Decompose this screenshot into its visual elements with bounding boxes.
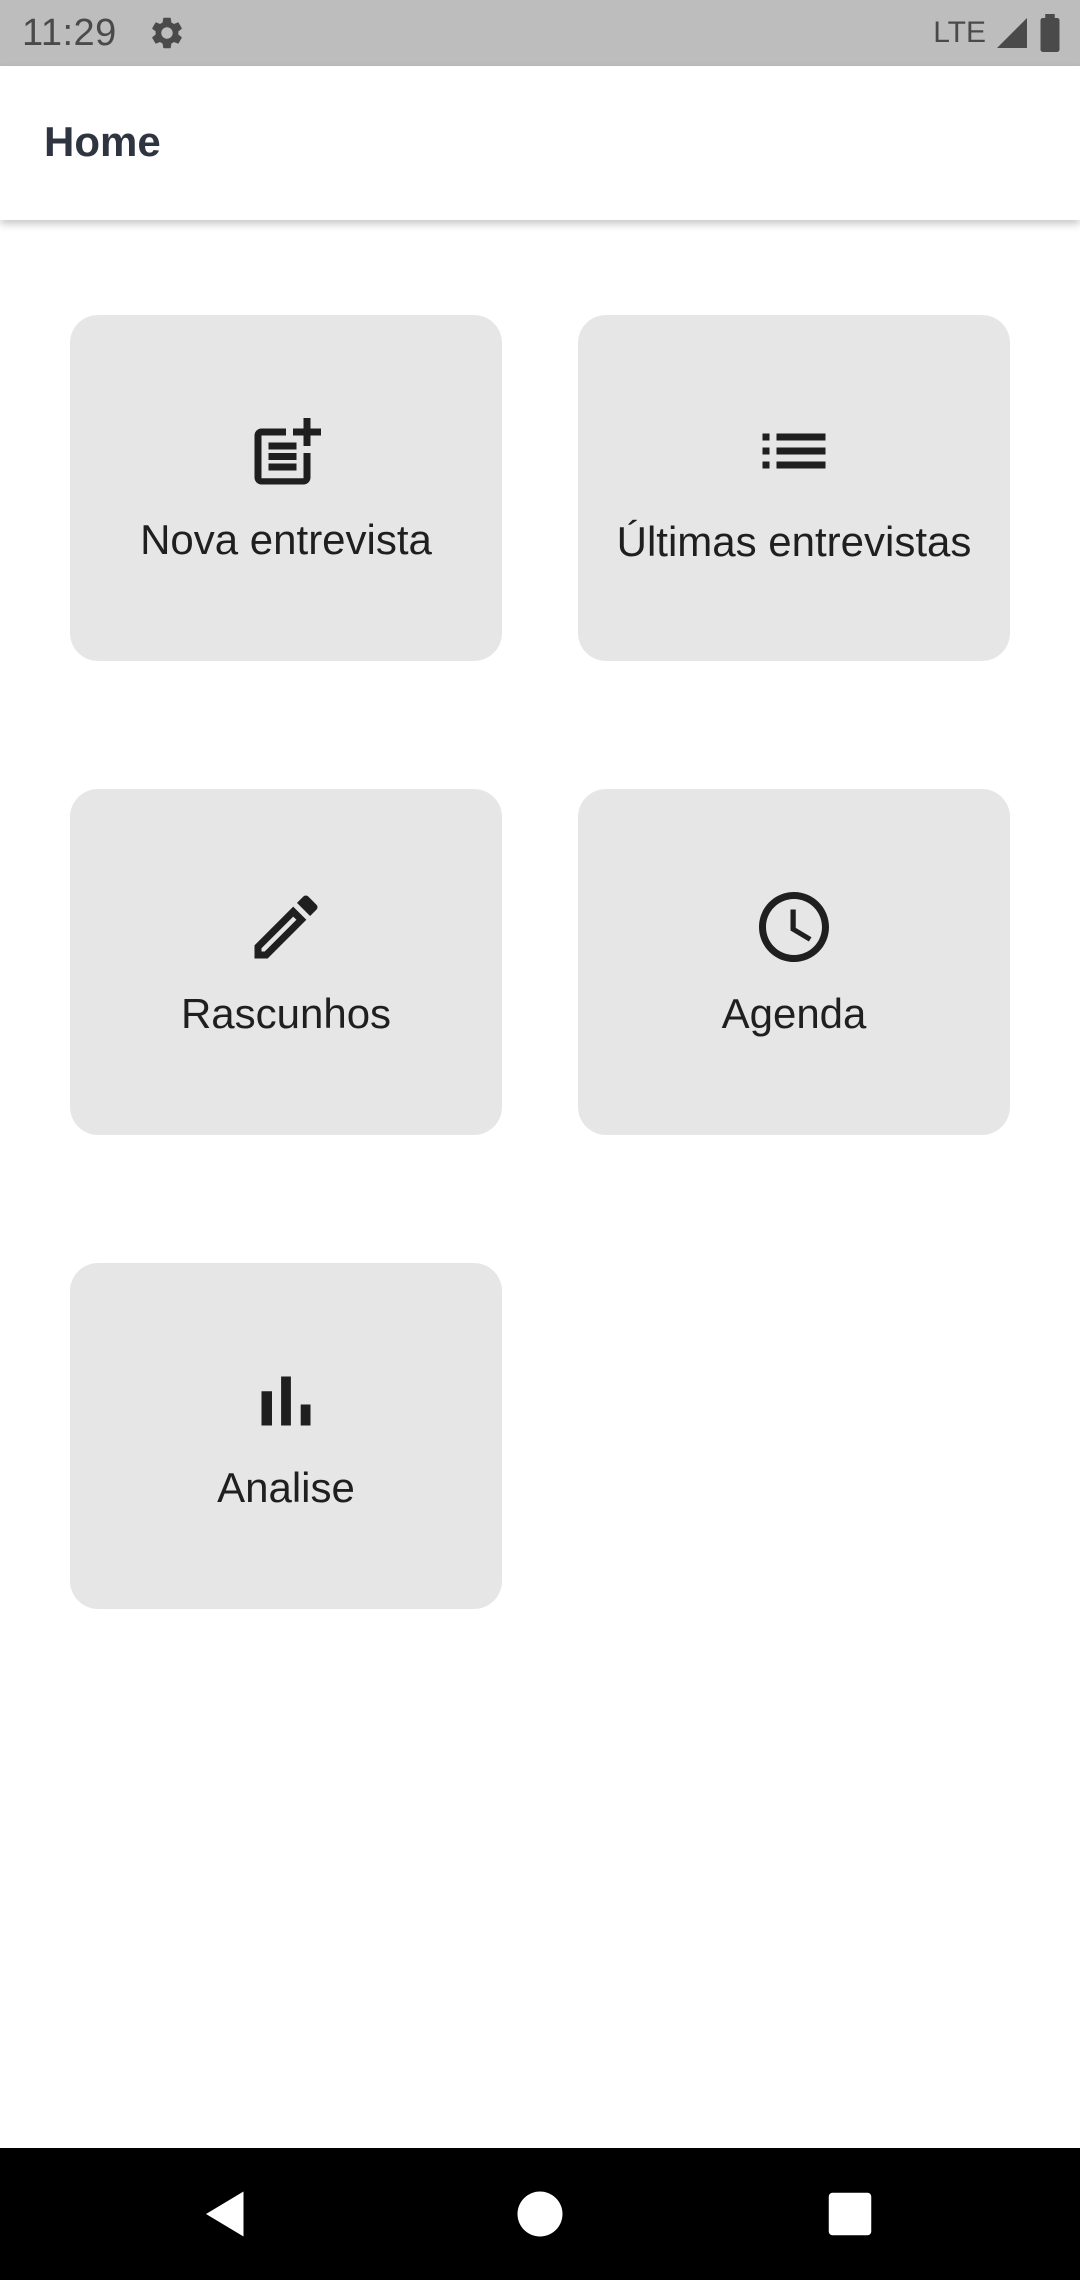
status-bar: 11:29 LTE [0,0,1080,66]
tile-rascunhos[interactable]: Rascunhos [70,789,502,1135]
tile-agenda[interactable]: Agenda [578,789,1010,1135]
clock-icon [759,891,829,962]
tile-label: Rascunhos [180,989,392,1037]
bar-chart-icon [261,1376,311,1425]
recents-icon[interactable] [820,2184,880,2244]
tile-nova-entrevista[interactable]: Nova entrevista [70,315,502,661]
tile-label: Nova entrevista [140,515,432,563]
post-add-icon [254,417,321,484]
tile-analise[interactable]: Analise [70,1263,502,1609]
app-bar: Home [0,66,1080,220]
status-right-group: LTE [933,12,1062,54]
list-icon [762,433,826,468]
page-title: Home [44,118,161,165]
gear-icon [152,17,182,49]
home-grid: Nova entrevista Últimas entrevistas Rasc… [0,220,1080,2148]
tile-ultimas-entrevistas[interactable]: Últimas entrevistas [578,315,1010,661]
tile-label: Analise [217,1463,355,1511]
network-label: LTE [933,16,986,49]
status-time: 11:29 [22,12,117,54]
tile-label: Agenda [721,989,867,1037]
back-icon[interactable] [196,2184,256,2244]
signal-icon [997,18,1027,48]
home-icon[interactable] [510,2184,570,2244]
tile-label: Últimas entrevistas [616,517,972,565]
pencil-icon [254,894,318,958]
battery-icon [1040,14,1060,52]
system-nav-bar [0,2148,1080,2280]
